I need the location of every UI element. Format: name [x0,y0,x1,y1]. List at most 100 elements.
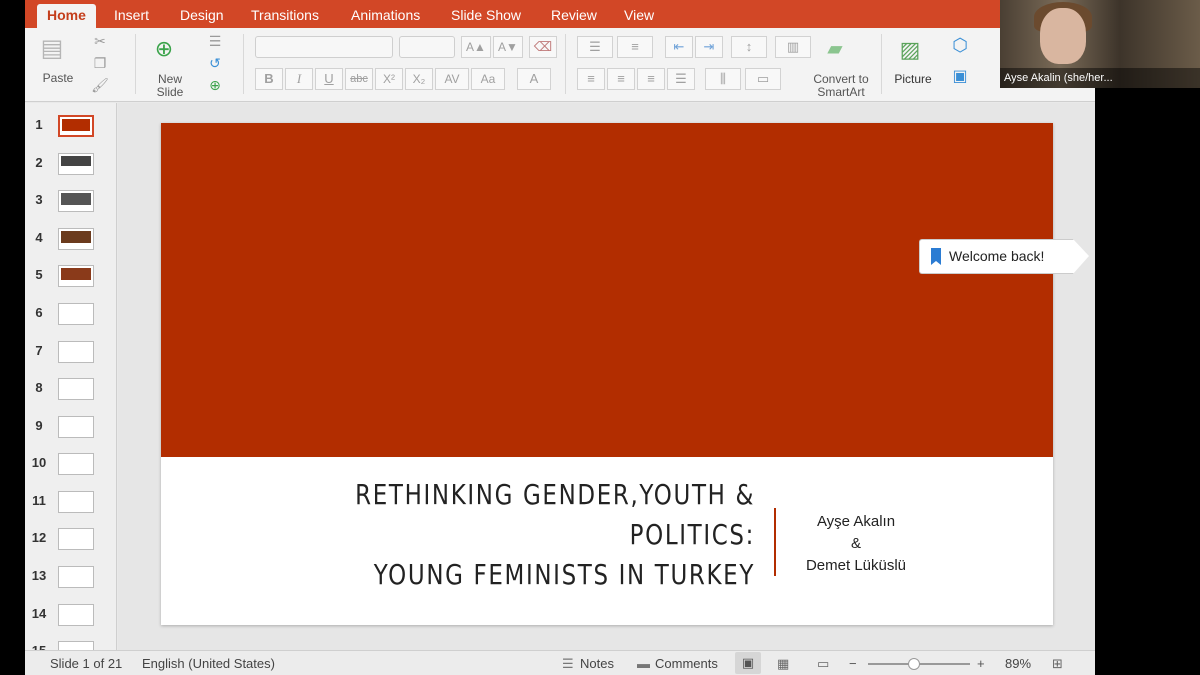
section-icon[interactable]: ⊕ [205,76,225,94]
format-painter-icon[interactable]: 🖌 [91,76,109,94]
font-color-button[interactable]: A [517,68,551,90]
paste-icon[interactable]: ▤ [37,34,67,64]
thumbnail-slide-5[interactable]: 5 [25,258,116,292]
layout-icon[interactable]: ☰ [205,32,225,50]
bullets-icon[interactable]: ☰ [577,36,613,58]
thumbnail-image[interactable] [58,416,94,438]
superscript-button[interactable]: X² [375,68,403,90]
tab-design[interactable]: Design [170,4,234,28]
tab-home[interactable]: Home [37,4,96,28]
thumbnail-slide-12[interactable]: 12 [25,521,116,555]
tab-animations[interactable]: Animations [341,4,430,28]
thumbnail-image[interactable] [58,190,94,212]
zoom-slider[interactable] [868,658,970,670]
copy-icon[interactable]: ❐ [91,54,109,72]
normal-view-icon[interactable]: ▣ [735,652,761,674]
thumbnail-slide-15[interactable]: 15 [25,634,116,650]
notes-button[interactable]: Notes [580,656,614,671]
new-slide-label[interactable]: New Slide [143,73,197,99]
align-left-icon[interactable]: ≡ [577,68,605,90]
thumbnail-image[interactable] [58,341,94,363]
thumbnail-image[interactable] [58,566,94,588]
comments-icon[interactable]: ▬ [637,656,650,671]
grow-font-button[interactable]: A▲ [461,36,491,58]
align-right-icon[interactable]: ≡ [637,68,665,90]
thumbnail-image[interactable] [58,265,94,287]
thumbnail-slide-4[interactable]: 4 [25,221,116,255]
thumbnail-slide-7[interactable]: 7 [25,334,116,368]
shapes-icon[interactable]: ⬡ [947,36,973,54]
thumbnail-slide-14[interactable]: 14 [25,597,116,631]
zoom-in-icon[interactable]: + [977,656,985,671]
shrink-font-button[interactable]: A▼ [493,36,523,58]
decrease-indent-icon[interactable]: ⇤ [665,36,693,58]
change-case-button[interactable]: Aa [471,68,505,90]
slide-title[interactable]: RETHINKING GENDER,YOUTH & POLITICS: YOUN… [296,475,755,595]
picture-label[interactable]: Picture [887,73,939,86]
text-direction-icon[interactable]: ⫼ [705,68,741,90]
reset-icon[interactable]: ↺ [205,54,225,72]
thumbnail-image[interactable] [58,378,94,400]
font-name-select[interactable] [255,36,393,58]
align-center-icon[interactable]: ≡ [607,68,635,90]
thumbnail-image[interactable] [58,604,94,626]
thumbnail-slide-11[interactable]: 11 [25,484,116,518]
thumbnail-number: 6 [35,305,43,320]
slide-authors[interactable]: Ayşe Akalın & Demet Lüküslü [786,511,926,577]
strikethrough-button[interactable]: abc [345,68,373,90]
tab-transitions[interactable]: Transitions [241,4,329,28]
tab-slide-show[interactable]: Slide Show [441,4,531,28]
zoom-level[interactable]: 89% [1005,656,1031,671]
thumbnail-image[interactable] [58,528,94,550]
cut-icon[interactable]: ✂ [91,32,109,50]
fit-to-window-icon[interactable]: ⊞ [1052,656,1063,672]
thumbnail-slide-13[interactable]: 13 [25,559,116,593]
tab-view[interactable]: View [614,4,664,28]
thumbnail-slide-10[interactable]: 10 [25,446,116,480]
italic-button[interactable]: I [285,68,313,90]
subscript-button[interactable]: X₂ [405,68,433,90]
numbering-icon[interactable]: ≡ [617,36,653,58]
notes-icon[interactable]: ☰ [562,656,574,672]
smartart-icon[interactable]: ▰ [815,36,855,62]
thumbnail-image[interactable] [58,453,94,475]
line-spacing-icon[interactable]: ↕ [731,36,767,58]
zoom-out-icon[interactable]: − [849,656,857,671]
thumbnail-image[interactable] [58,115,94,137]
language-indicator[interactable]: English (United States) [142,656,275,671]
slide-sorter-icon[interactable]: ▦ [777,656,789,672]
underline-button[interactable]: U [315,68,343,90]
slide-canvas[interactable]: RETHINKING GENDER,YOUTH & POLITICS: YOUN… [161,123,1053,625]
thumbnail-slide-6[interactable]: 6 [25,296,116,330]
thumbnail-slide-9[interactable]: 9 [25,409,116,443]
increase-indent-icon[interactable]: ⇥ [695,36,723,58]
character-spacing-button[interactable]: AV [435,68,469,90]
thumbnail-image[interactable] [58,228,94,250]
paste-label[interactable]: Paste [35,72,81,85]
welcome-back-toast[interactable]: Welcome back! [919,239,1089,274]
thumbnail-image[interactable] [58,153,94,175]
thumbnail-slide-2[interactable]: 2 [25,146,116,180]
comments-button[interactable]: Comments [655,656,718,671]
new-slide-icon[interactable]: ⊕ [147,34,181,64]
thumbnail-image[interactable] [58,491,94,513]
columns-icon[interactable]: ▥ [775,36,811,58]
thumbnail-slide-3[interactable]: 3 [25,183,116,217]
thumbnail-slide-8[interactable]: 8 [25,371,116,405]
thumbnail-slide-1[interactable]: 1 [25,108,116,142]
text-box-icon[interactable]: ▣ [947,68,973,86]
thumbnail-image[interactable] [58,303,94,325]
thumbnail-image[interactable] [58,641,94,650]
tab-review[interactable]: Review [541,4,607,28]
presenter-view-icon[interactable]: ▭ [817,656,829,672]
convert-smartart-label[interactable]: Convert to SmartArt [805,73,877,99]
video-participant-tile[interactable]: Ayse Akalin (she/her... [1000,0,1200,88]
zoom-slider-thumb[interactable] [907,658,920,670]
align-text-icon[interactable]: ▭ [745,68,781,90]
bold-button[interactable]: B [255,68,283,90]
clear-formatting-icon[interactable]: ⌫ [529,36,557,58]
picture-icon[interactable]: ▨ [893,36,927,64]
justify-icon[interactable]: ☰ [667,68,695,90]
font-size-select[interactable] [399,36,455,58]
tab-insert[interactable]: Insert [104,4,159,28]
